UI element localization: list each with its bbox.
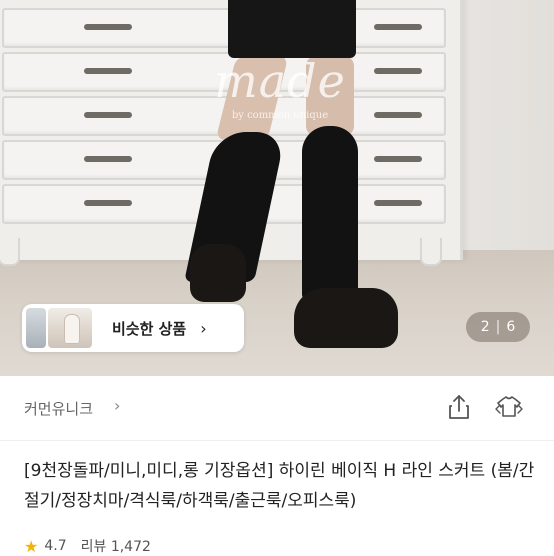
image-pager: 2 | 6 (466, 312, 530, 342)
rating-row[interactable]: ★ 4.7 리뷰 1,472 (24, 536, 151, 556)
section-divider (0, 440, 554, 441)
similar-thumbnail-2 (48, 308, 92, 348)
pager-total: 6 (506, 319, 516, 335)
share-button[interactable] (444, 392, 474, 422)
photo-skirt (228, 0, 356, 58)
chevron-right-icon: › (114, 396, 121, 415)
share-icon (449, 395, 469, 419)
compare-button[interactable] (494, 392, 524, 422)
product-image[interactable]: made by common unique 비슷한 상품 › 2 | 6 (0, 0, 554, 376)
similar-products-button[interactable]: 비슷한 상품 › (22, 304, 244, 352)
review-count[interactable]: 리뷰 1,472 (81, 536, 151, 556)
watermark-subtitle: by common unique (231, 110, 329, 121)
brand-watermark: made by common unique (200, 58, 360, 121)
photo-sock-right (302, 126, 358, 302)
photo-shoe-left (190, 244, 246, 302)
photo-shoe-right (294, 288, 398, 348)
pager-current: 2 (480, 319, 490, 335)
chevron-right-icon: › (200, 318, 207, 338)
swap-shirt-icon (495, 396, 523, 417)
product-title: [9천장돌파/미니,미디,롱 기장옵션] 하이린 베이직 H 라인 스커트 (봄… (24, 461, 535, 511)
shop-name-link[interactable]: 커먼유니크 (24, 398, 93, 419)
shop-row: 커먼유니크 › (0, 376, 554, 440)
similar-products-label: 비슷한 상품 (112, 319, 187, 338)
similar-thumbnail-1 (26, 308, 46, 348)
watermark-title: made (214, 54, 346, 108)
pager-separator: | (495, 319, 501, 335)
rating-value: 4.7 (44, 538, 67, 554)
star-icon: ★ (24, 536, 39, 556)
